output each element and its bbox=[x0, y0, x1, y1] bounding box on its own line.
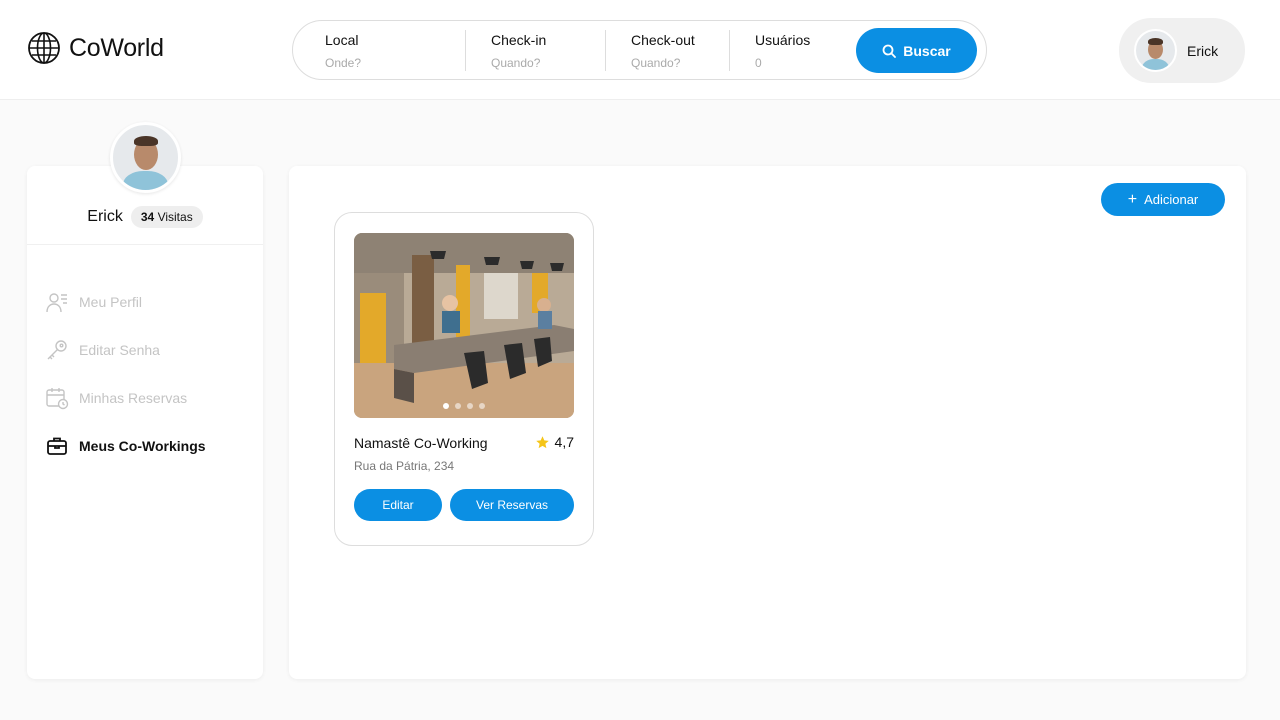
search-field-label: Check-out bbox=[631, 32, 695, 48]
view-reservations-button[interactable]: Ver Reservas bbox=[450, 489, 574, 521]
carousel-dot[interactable] bbox=[467, 403, 473, 409]
coworking-address: Rua da Pátria, 234 bbox=[354, 459, 455, 473]
user-menu[interactable]: Erick bbox=[1119, 18, 1245, 83]
logo[interactable]: CoWorld bbox=[27, 31, 164, 65]
carousel-dots bbox=[354, 403, 574, 409]
search-button[interactable]: Buscar bbox=[856, 28, 977, 73]
visits-count: 34 bbox=[140, 210, 155, 224]
sidebar-menu: Meu Perfil Editar Senha Minhas Reservas bbox=[45, 278, 206, 470]
divider bbox=[27, 244, 263, 245]
user-list-icon bbox=[46, 293, 67, 313]
search-field-location[interactable]: Local Onde? bbox=[325, 30, 455, 72]
sidebar-item-meu-perfil[interactable]: Meu Perfil bbox=[45, 278, 206, 326]
search-field-placeholder: Quando? bbox=[491, 56, 541, 70]
coworking-card[interactable]: Namastê Co-Working 4,7 Rua da Pátria, 23… bbox=[334, 212, 594, 546]
visits-badge: 34 Visitas bbox=[130, 206, 203, 228]
search-divider bbox=[465, 30, 466, 71]
search-divider bbox=[729, 30, 730, 71]
office-photo-image bbox=[354, 233, 574, 418]
brand-name: CoWorld bbox=[69, 33, 164, 62]
sidebar-item-label: Meu Perfil bbox=[79, 294, 143, 310]
carousel-dot[interactable] bbox=[479, 403, 485, 409]
sidebar-item-minhas-reservas[interactable]: Minhas Reservas bbox=[45, 374, 206, 422]
search-field-users[interactable]: Usuários 0 bbox=[755, 30, 845, 72]
profile-avatar bbox=[110, 122, 181, 193]
search-field-label: Local bbox=[325, 32, 359, 48]
header: CoWorld Local Onde? Check-in Quando? Che… bbox=[0, 0, 1280, 100]
rating-value: 4,7 bbox=[554, 434, 574, 450]
sidebar-item-meus-co-workings[interactable]: Meus Co-Workings bbox=[45, 422, 206, 470]
calendar-clock-icon bbox=[46, 388, 69, 410]
search-bar: Local Onde? Check-in Quando? Check-out Q… bbox=[292, 20, 987, 80]
star-icon bbox=[535, 435, 549, 448]
profile-summary: Erick 34 Visitas bbox=[27, 206, 263, 228]
user-name: Erick bbox=[1187, 42, 1219, 59]
search-field-placeholder: Onde? bbox=[325, 56, 362, 70]
sidebar-item-editar-senha[interactable]: Editar Senha bbox=[45, 326, 206, 374]
avatar bbox=[1134, 29, 1177, 72]
add-button-label: Adicionar bbox=[1144, 192, 1199, 207]
search-divider bbox=[605, 30, 606, 71]
search-icon bbox=[882, 44, 897, 58]
visits-label: Visitas bbox=[157, 210, 193, 224]
profile-sidebar: Erick 34 Visitas Meu Perfil Editar Senha bbox=[27, 166, 263, 679]
profile-name: Erick bbox=[87, 208, 123, 225]
search-button-label: Buscar bbox=[903, 42, 951, 59]
carousel-dot[interactable] bbox=[455, 403, 461, 409]
briefcase-icon bbox=[47, 437, 67, 455]
plus-icon: + bbox=[1127, 190, 1138, 208]
coworking-rating: 4,7 bbox=[535, 434, 574, 450]
search-field-placeholder: Quando? bbox=[631, 56, 681, 70]
sidebar-item-label: Minhas Reservas bbox=[79, 390, 188, 406]
edit-button[interactable]: Editar bbox=[354, 489, 442, 521]
search-field-label: Check-in bbox=[491, 32, 547, 48]
search-field-label: Usuários bbox=[755, 32, 811, 48]
sidebar-item-label: Editar Senha bbox=[79, 342, 160, 358]
coworking-title: Namastê Co-Working bbox=[354, 435, 488, 451]
key-icon bbox=[47, 340, 67, 360]
add-coworking-button[interactable]: + Adicionar bbox=[1101, 183, 1225, 216]
carousel-dot[interactable] bbox=[443, 403, 449, 409]
sidebar-item-label: Meus Co-Workings bbox=[79, 438, 206, 454]
coworking-photo[interactable] bbox=[354, 233, 574, 418]
search-field-checkin[interactable]: Check-in Quando? bbox=[491, 30, 601, 72]
globe-icon bbox=[28, 32, 60, 64]
search-field-placeholder: 0 bbox=[755, 56, 762, 70]
main-panel: + Adicionar Namastê Co-Working 4,7 Rua d… bbox=[289, 166, 1246, 679]
search-field-checkout[interactable]: Check-out Quando? bbox=[631, 30, 731, 72]
